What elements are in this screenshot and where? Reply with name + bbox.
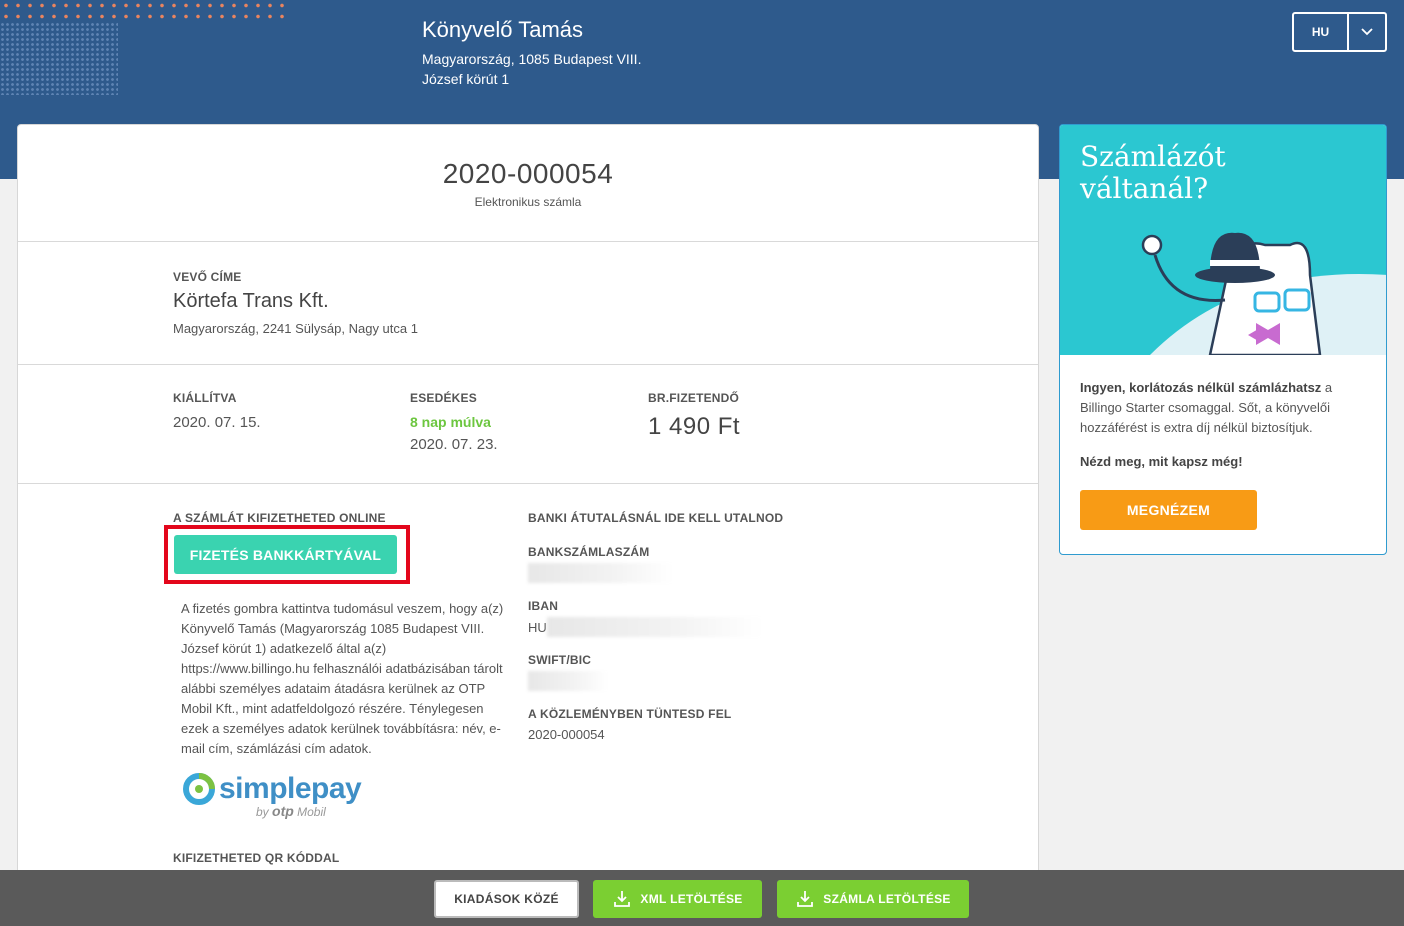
due-value: 2020. 07. 23. [410, 436, 498, 453]
decorative-dot-pattern [0, 0, 290, 95]
swift-label: SWIFT/BIC [528, 653, 592, 667]
dates-section: KIÁLLÍTVA 2020. 07. 15. ESEDÉKES 8 nap m… [18, 365, 1038, 484]
chevron-down-icon[interactable] [1349, 14, 1385, 50]
promo-card: Számlázót váltanál? Ingyen, korlátozás n… [1059, 124, 1387, 555]
buyer-label: VEVŐ CÍME [173, 270, 242, 284]
invoice-number: 2020-000054 [442, 158, 614, 189]
amount-value: 1 490 Ft [648, 413, 741, 440]
promo-illustration: Számlázót váltanál? [1060, 125, 1386, 355]
issuer-address-line1: Magyarország, 1085 Budapest VIII. [422, 51, 642, 67]
due-label: ESEDÉKES [410, 391, 477, 405]
promo-body-bold: Ingyen, korlátozás nélkül számlázhatsz [1080, 380, 1322, 395]
qr-label: KIFIZETHETED QR KÓDDAL [173, 851, 340, 865]
simplepay-swirl-icon [183, 773, 215, 805]
bank-reference: A KÖZLEMÉNYBEN TÜNTESD FEL 2020-000054 [528, 707, 731, 742]
invoice-card: 2020-000054 Elektronikus számla VEVŐ CÍM… [17, 124, 1039, 884]
language-selector[interactable]: HU [1292, 12, 1387, 52]
bank-swift: SWIFT/BIC [528, 653, 608, 696]
add-to-expenses-button[interactable]: KIADÁSOK KÖZÉ [434, 880, 579, 918]
bank-heading-text: BANKI ÁTUTALÁSNÁL IDE KELL UTALNOD [528, 511, 784, 525]
amount-column: BR.FIZETENDŐ 1 490 Ft [648, 391, 740, 441]
promo-body: Ingyen, korlátozás nélkül számlázhatsz a… [1080, 378, 1370, 438]
mascot-icon [1141, 232, 1386, 355]
simplepay-by: by [256, 805, 269, 819]
account-number-redacted [528, 563, 673, 583]
buyer-name: Körtefa Trans Kft. [173, 290, 329, 312]
buyer-section: VEVŐ CÍME Körtefa Trans Kft. Magyarorszá… [18, 242, 1038, 365]
issuer-name: Könyvelő Tamás [422, 17, 584, 42]
otp-brand: otp [272, 803, 294, 819]
simplepay-wordmark: simplepay [219, 772, 362, 805]
promo-ask: Nézd meg, mit kapsz még! [1080, 454, 1243, 469]
consent-text: A fizetés gombra kattintva tudomásul ves… [181, 601, 504, 756]
invoice-type: Elektronikus számla [474, 195, 582, 209]
issuer-address-line2: József körút 1 [422, 71, 510, 87]
bank-iban: IBAN HU [528, 599, 762, 637]
issued-value: 2020. 07. 15. [173, 414, 261, 431]
bank-heading: BANKI ÁTUTALÁSNÁL IDE KELL UTALNOD [528, 511, 783, 525]
iban-label: IBAN [528, 599, 559, 613]
due-column: ESEDÉKES 8 nap múlva 2020. 07. 23. [410, 391, 498, 453]
download-xml-button[interactable]: XML LETÖLTÉSE [593, 880, 762, 918]
reference-value: 2020-000054 [528, 727, 605, 742]
online-pay-label: A SZÁMLÁT KIFIZETHETED ONLINE [173, 511, 513, 525]
iban-prefix: HU [528, 619, 547, 635]
otp-mobil: Mobil [297, 805, 326, 819]
invoice-number-section: 2020-000054 Elektronikus számla [18, 125, 1038, 242]
download-xml-label: XML LETÖLTÉSE [640, 892, 743, 906]
issued-column: KIÁLLÍTVA 2020. 07. 15. [173, 391, 261, 431]
due-relative: 8 nap múlva [410, 414, 491, 430]
language-code[interactable]: HU [1294, 14, 1349, 50]
download-invoice-button[interactable]: SZÁMLA LETÖLTÉSE [777, 880, 969, 918]
download-icon [797, 891, 814, 907]
issued-label: KIÁLLÍTVA [173, 391, 237, 405]
bank-account: BANKSZÁMLASZÁM [528, 545, 673, 588]
pay-by-card-button[interactable]: FIZETÉS BANKKÁRTYÁVAL [174, 535, 397, 574]
add-to-expenses-label: KIADÁSOK KÖZÉ [454, 892, 559, 906]
online-pay-label-text: A SZÁMLÁT KIFIZETHETED ONLINE [173, 511, 386, 525]
simplepay-logo[interactable]: simplepay by otp Mobil [183, 772, 362, 819]
reference-label: A KÖZLEMÉNYBEN TÜNTESD FEL [528, 707, 732, 721]
download-invoice-label: SZÁMLA LETÖLTÉSE [823, 892, 951, 906]
promo-cta-button[interactable]: MEGNÉZEM [1080, 490, 1257, 530]
swift-redacted [528, 671, 608, 691]
download-icon [614, 891, 631, 907]
buyer-address: Magyarország, 2241 Sülysáp, Nagy utca 1 [173, 321, 418, 336]
amount-label: BR.FIZETENDŐ [648, 391, 740, 405]
footer-action-bar: KIADÁSOK KÖZÉ XML LETÖLTÉSE SZÁMLA LETÖL… [0, 870, 1404, 926]
iban-redacted [546, 617, 762, 637]
account-label: BANKSZÁMLASZÁM [528, 545, 650, 559]
issuer-info: Könyvelő Tamás Magyarország, 1085 Budape… [422, 17, 641, 89]
